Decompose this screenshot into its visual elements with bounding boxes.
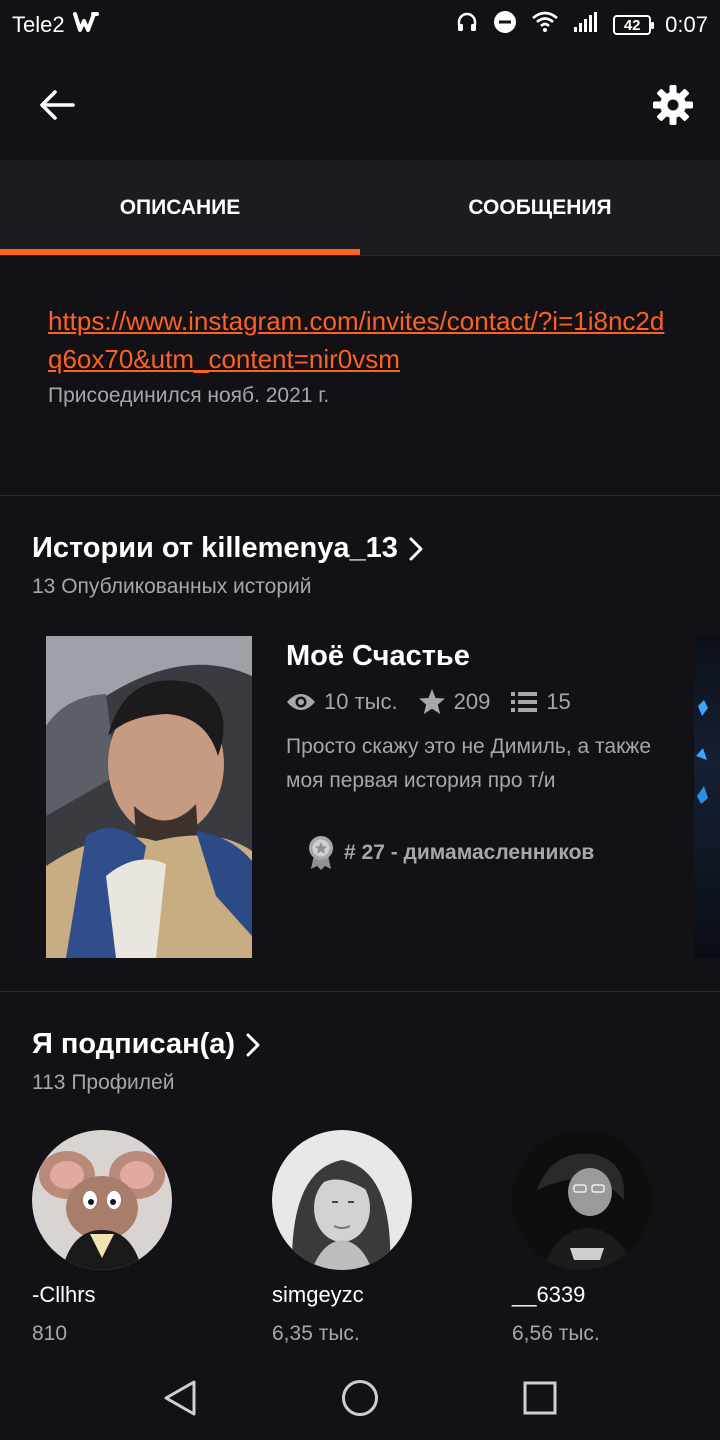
do-not-disturb-icon (493, 10, 517, 40)
tab-messages[interactable]: СООБЩЕНИЯ (360, 160, 720, 255)
clock: 0:07 (665, 12, 708, 37)
back-button[interactable] (32, 80, 82, 130)
joined-date: Присоединился нояб. 2021 г. (48, 384, 330, 407)
system-nav-bar (0, 1356, 720, 1440)
wattpad-notification-icon (72, 11, 101, 39)
profile-followers: 6,56 тыс. (512, 1322, 600, 1345)
signal-icon (573, 11, 599, 39)
avatar[interactable] (512, 1130, 652, 1270)
profile-followers: 810 (32, 1322, 68, 1345)
profile-name: __6339 (512, 1282, 586, 1307)
divider (0, 495, 720, 496)
views-stat: 10 тыс. (286, 689, 398, 715)
list-icon (511, 692, 538, 712)
following-count: 113 Профилей (32, 1071, 175, 1094)
stories-section-title: Истории от killemenya_13 (32, 532, 398, 564)
status-bar: Tele2 42 0:07 (0, 0, 720, 50)
status-right: 42 0:07 (455, 10, 708, 40)
square-recents-icon (523, 1381, 557, 1415)
story-title[interactable]: Моё Счастье (286, 640, 470, 673)
status-left: Tele2 (12, 11, 101, 39)
story-stats: 10 тыс. 209 15 (286, 688, 583, 716)
carrier-label: Tele2 (12, 12, 65, 37)
profile-followers: 6,35 тыс. (272, 1322, 360, 1345)
instagram-link[interactable]: https://www.instagram.com/invites/contac… (48, 302, 668, 378)
avatar[interactable] (32, 1130, 172, 1270)
profile-card[interactable]: -Cllhrs 810 (32, 1130, 172, 1346)
eye-icon (287, 694, 315, 710)
following-section-title: Я подписан(а) (32, 1028, 236, 1060)
app-bar (0, 50, 720, 160)
stars-stat: 209 (418, 688, 491, 716)
nav-recents-button[interactable] (518, 1376, 562, 1420)
profile-description: https://www.instagram.com/invites/contac… (48, 302, 668, 408)
parts-count: 15 (546, 689, 571, 714)
profile-name: -Cllhrs (32, 1282, 96, 1307)
settings-button[interactable] (648, 80, 698, 130)
parts-stat: 15 (510, 689, 571, 715)
headphones-icon (455, 10, 479, 40)
arrow-left-icon (40, 90, 75, 120)
nav-home-button[interactable] (338, 1376, 382, 1420)
tab-description[interactable]: ОПИСАНИЕ (0, 160, 360, 255)
star-icon (418, 689, 445, 714)
triangle-back-icon (164, 1380, 196, 1416)
following-section-header[interactable]: Я подписан(а) (32, 1028, 261, 1061)
story-cover-image[interactable] (46, 636, 252, 958)
profile-name: simgeyzc (272, 1282, 364, 1307)
nav-back-button[interactable] (158, 1376, 202, 1420)
stories-section-header[interactable]: Истории от killemenya_13 (32, 532, 424, 565)
avatar[interactable] (272, 1130, 412, 1270)
profile-card[interactable]: simgeyzc 6,35 тыс. (272, 1130, 412, 1346)
award-badge-icon (309, 836, 333, 870)
story-description: Просто скажу это не Димиль, а также моя … (286, 735, 652, 792)
battery-icon: 42 (613, 15, 655, 35)
chevron-right-icon (409, 537, 423, 560)
next-story-cover-peek[interactable] (694, 636, 720, 958)
divider (0, 991, 720, 992)
profile-tabs: ОПИСАНИЕ СООБЩЕНИЯ (0, 160, 720, 256)
stories-count: 13 Опубликованных историй (32, 575, 312, 598)
chevron-right-icon (246, 1033, 260, 1056)
circle-home-icon (342, 1380, 378, 1416)
profile-card[interactable]: __6339 6,56 тыс. (512, 1130, 652, 1346)
stars-count: 209 (453, 689, 491, 714)
rank-text: # 27 - димамасленников (344, 841, 595, 864)
wifi-icon (531, 11, 559, 39)
views-count: 10 тыс. (324, 689, 398, 714)
story-rank: # 27 - димамасленников (306, 835, 594, 871)
gear-icon (653, 85, 693, 125)
